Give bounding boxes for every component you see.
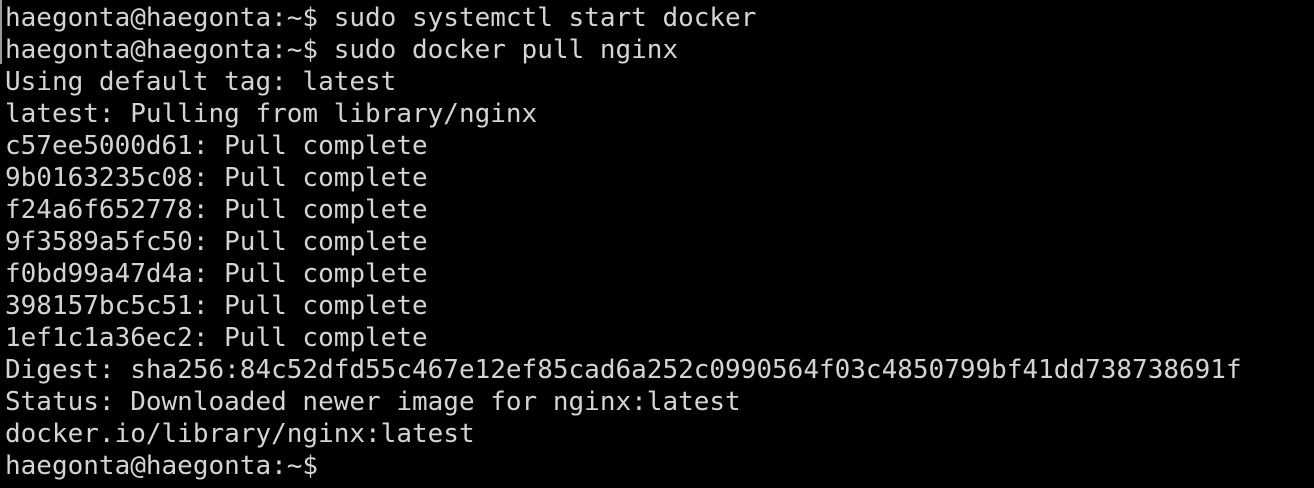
output-line-3: Using default tag: latest — [5, 67, 397, 97]
output-line-14: docker.io/library/nginx:latest — [5, 419, 475, 449]
output-line-9: f0bd99a47d4a: Pull complete — [5, 259, 428, 289]
window-edge — [0, 0, 2, 64]
output-line-6: 9b0163235c08: Pull complete — [5, 163, 428, 193]
output-line-2: haegonta@haegonta:~$ sudo docker pull ng… — [5, 35, 679, 65]
output-line-7: f24a6f652778: Pull complete — [5, 195, 428, 225]
output-line-1: haegonta@haegonta:~$ sudo systemctl star… — [5, 3, 757, 33]
shell-prompt: haegonta@haegonta:~$ — [5, 451, 334, 481]
output-line-11: 1ef1c1a36ec2: Pull complete — [5, 323, 428, 353]
output-line-5: c57ee5000d61: Pull complete — [5, 131, 428, 161]
terminal-output: haegonta@haegonta:~$ sudo systemctl star… — [5, 2, 1314, 482]
output-line-8: 9f3589a5fc50: Pull complete — [5, 227, 428, 257]
terminal-window[interactable]: haegonta@haegonta:~$ sudo systemctl star… — [0, 0, 1314, 488]
output-line-4: latest: Pulling from library/nginx — [5, 99, 538, 129]
command-prompt-line[interactable]: haegonta@haegonta:~$ — [5, 450, 1314, 482]
output-line-10: 398157bc5c51: Pull complete — [5, 291, 428, 321]
terminal-cursor[interactable] — [334, 454, 347, 480]
output-line-13: Status: Downloaded newer image for nginx… — [5, 387, 741, 417]
output-line-12: Digest: sha256:84c52dfd55c467e12ef85cad6… — [5, 355, 1242, 385]
